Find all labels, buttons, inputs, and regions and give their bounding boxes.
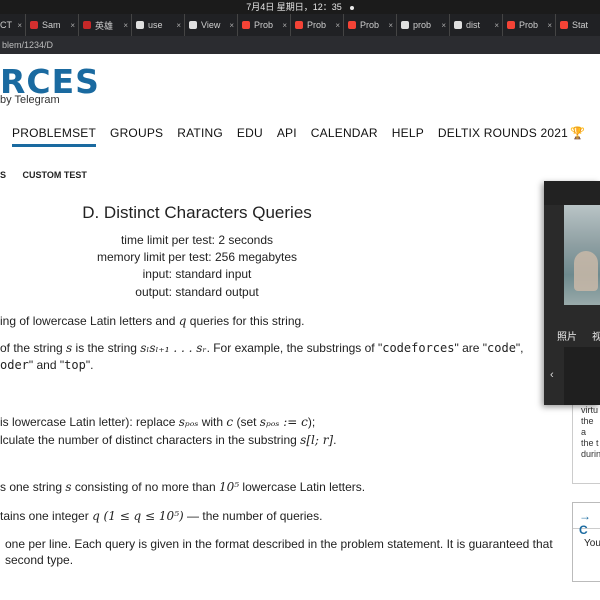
- browser-tab[interactable]: Prob ×: [238, 14, 291, 36]
- address-url: blem/1234/D: [2, 40, 54, 50]
- tab-label: 英雄: [95, 20, 114, 31]
- nav-item-rating[interactable]: RATING: [177, 126, 223, 147]
- tab-close-icon[interactable]: ×: [176, 21, 181, 30]
- tab-favicon-icon: [295, 21, 303, 29]
- browser-tab[interactable]: dist ×: [450, 14, 503, 36]
- address-bar[interactable]: blem/1234/D: [0, 36, 600, 54]
- notification-dot-icon: [349, 5, 354, 10]
- trophy-icon: 🏆: [570, 126, 586, 140]
- memory-limit: memory limit per test: 256 megabytes: [96, 250, 298, 264]
- tab-favicon-icon: [83, 21, 91, 29]
- tab-favicon-icon: [136, 21, 144, 29]
- tab-favicon-icon: [189, 21, 197, 29]
- tab-label: Sam: [42, 20, 61, 30]
- statement-line-2: of the string s is the string sₗsₗ₊₁ . .…: [0, 341, 524, 355]
- tab-label: Prob: [307, 20, 327, 30]
- tab-label: Prob: [254, 20, 274, 30]
- tab-close-icon[interactable]: ×: [547, 21, 552, 30]
- problem-title: D. Distinct Characters Queries: [82, 203, 312, 222]
- virtual-contest-box: virtu the a the t durin: [572, 392, 600, 484]
- tab-close-icon[interactable]: ×: [123, 21, 128, 30]
- nav-item-calendar[interactable]: CALENDAR: [311, 126, 378, 147]
- browser-tab[interactable]: Sam ×: [26, 14, 79, 36]
- tab-favicon-icon: [560, 21, 568, 29]
- subnav-item-custom-test[interactable]: CUSTOM TEST: [23, 170, 87, 180]
- tab-close-icon[interactable]: ×: [17, 21, 22, 30]
- video-person: [574, 251, 598, 291]
- tab-favicon-icon: [348, 21, 356, 29]
- tab-close-icon[interactable]: ×: [494, 21, 499, 30]
- main-nav: PROBLEMSET GROUPS RATING EDU API CALENDA…: [12, 126, 599, 147]
- tab-close-icon[interactable]: ×: [335, 21, 340, 30]
- tab-favicon-icon: [30, 21, 38, 29]
- browser-tab[interactable]: Prob ×: [503, 14, 556, 36]
- tab-close-icon[interactable]: ×: [441, 21, 446, 30]
- browser-tab[interactable]: use ×: [132, 14, 185, 36]
- browser-tab[interactable]: Prob ×: [344, 14, 397, 36]
- contest-info-box: → C You: [572, 502, 600, 582]
- subnav-item-problems[interactable]: S: [0, 170, 6, 180]
- tab-label: Stat: [572, 20, 589, 30]
- time-limit: time limit per test: 2 seconds: [120, 233, 274, 247]
- tab-favicon-icon: [507, 21, 515, 29]
- nav-item-api[interactable]: API: [277, 126, 297, 147]
- tab-favicon-icon: [242, 21, 250, 29]
- input-spec: input: standard input: [142, 267, 252, 281]
- nav-item-problemset[interactable]: PROBLEMSET: [12, 126, 97, 147]
- tab-close-icon[interactable]: ×: [229, 21, 234, 30]
- browser-tab[interactable]: prob ×: [397, 14, 450, 36]
- tab-favicon-icon: [454, 21, 462, 29]
- nav-item-groups[interactable]: GROUPS: [110, 126, 163, 147]
- browser-tab[interactable]: CT ×: [0, 14, 26, 36]
- browser-tab[interactable]: 英雄 ×: [79, 14, 132, 36]
- input-line-2: tains one integer q (1 ≤ q ≤ 10⁵) — the …: [0, 509, 323, 523]
- tab-label: CT: [0, 20, 12, 30]
- query-type-1: is lowercase Latin letter): replace sₚₒₛ…: [0, 415, 316, 429]
- video-controls-area: [564, 347, 600, 405]
- browser-tab[interactable]: Prob ×: [291, 14, 344, 36]
- tab-label: Prob: [360, 20, 380, 30]
- video-tab-photo[interactable]: 照片: [557, 328, 577, 343]
- input-line-1: s one string s consisting of no more tha…: [0, 480, 366, 494]
- tab-label: dist: [466, 20, 481, 30]
- statement-line-1: ing of lowercase Latin letters and q que…: [0, 314, 305, 328]
- contest-box-header[interactable]: → C: [573, 503, 600, 537]
- problem-subnav: S CUSTOM TEST: [0, 170, 101, 180]
- browser-tab-strip: CT × Sam × 英雄 × use × View × Prob × Prob × Prob × prob × d…: [0, 14, 600, 36]
- tab-label: Prob: [519, 20, 539, 30]
- nav-item-help[interactable]: HELP: [392, 126, 424, 147]
- input-line-4: second type.: [5, 553, 74, 567]
- tab-label: use: [148, 20, 163, 30]
- chevron-left-icon[interactable]: ‹: [550, 369, 554, 381]
- tab-close-icon[interactable]: ×: [282, 21, 287, 30]
- nav-item-edu[interactable]: EDU: [237, 126, 263, 147]
- system-top-bar: 7月4日 星期日，12：35: [0, 0, 600, 14]
- browser-tab[interactable]: View ×: [185, 14, 238, 36]
- video-titlebar[interactable]: [544, 181, 600, 205]
- tab-close-icon[interactable]: ×: [70, 21, 75, 30]
- output-spec: output: standard output: [135, 285, 259, 299]
- browser-tab[interactable]: Stat×: [556, 14, 600, 36]
- nav-item-deltix-rounds[interactable]: DELTIX ROUNDS 2021 🏆: [438, 126, 585, 147]
- tab-label: View: [201, 20, 221, 30]
- video-tab-other[interactable]: 视: [592, 328, 600, 343]
- input-line-3: one per line. Each query is given in the…: [5, 537, 553, 551]
- logo-tagline: by Telegram: [0, 94, 60, 106]
- query-type-2: lculate the number of distinct character…: [0, 433, 337, 447]
- tab-favicon-icon: [401, 21, 409, 29]
- system-clock: 7月4日 星期日，12：35: [246, 2, 342, 12]
- tab-label: prob: [413, 20, 432, 30]
- floating-video-window[interactable]: 照片 视 ‹: [544, 181, 600, 405]
- tab-close-icon[interactable]: ×: [388, 21, 393, 30]
- statement-line-3: oder" and "top".: [0, 358, 94, 372]
